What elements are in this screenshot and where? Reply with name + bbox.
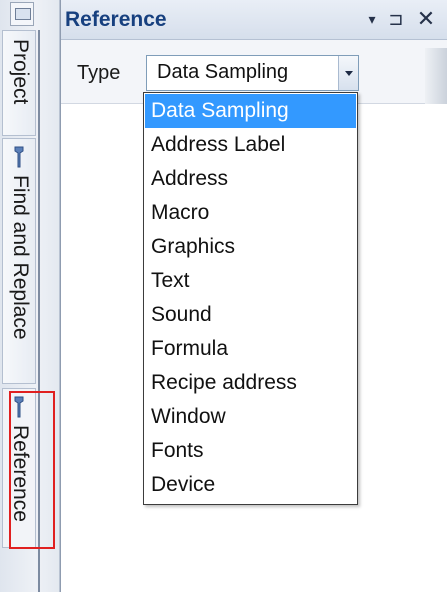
project-icon: [10, 2, 34, 26]
wrench-icon: [14, 146, 24, 168]
side-tab-strip: Project Find and Replace Reference: [0, 0, 60, 592]
dropdown-option[interactable]: Text: [145, 264, 356, 298]
side-tab-find-and-replace[interactable]: Find and Replace: [2, 138, 36, 384]
panel-header: Reference ▾ ⊐ ✕: [61, 0, 447, 40]
dropdown-option[interactable]: Address Label: [145, 128, 356, 162]
dropdown-option[interactable]: Formula: [145, 332, 356, 366]
dropdown-option[interactable]: Fonts: [145, 434, 356, 468]
panel-title: Reference: [65, 8, 167, 31]
toolbar-overflow: [425, 48, 447, 104]
type-dropdown-list: Data Sampling Address Label Address Macr…: [143, 92, 358, 505]
dropdown-option[interactable]: Address: [145, 162, 356, 196]
dropdown-option[interactable]: Data Sampling: [145, 94, 356, 128]
side-tab-label: Project: [9, 39, 32, 105]
annotation-highlight-box: [9, 391, 55, 549]
side-tab-project[interactable]: Project: [2, 30, 36, 136]
panel-menu-chevron-icon[interactable]: ▾: [361, 6, 383, 32]
dropdown-option[interactable]: Device: [145, 468, 356, 502]
dropdown-option[interactable]: Window: [145, 400, 356, 434]
type-select[interactable]: Data Sampling: [146, 55, 359, 91]
type-label: Type: [77, 62, 121, 84]
side-tab-label: Find and Replace: [9, 175, 32, 340]
close-icon[interactable]: ✕: [415, 6, 437, 32]
chevron-down-icon[interactable]: [338, 56, 358, 90]
type-select-value: Data Sampling: [157, 61, 289, 83]
dropdown-option[interactable]: Recipe address: [145, 366, 356, 400]
pin-icon[interactable]: ⊐: [385, 6, 407, 32]
dropdown-option[interactable]: Macro: [145, 196, 356, 230]
dropdown-option[interactable]: Sound: [145, 298, 356, 332]
dropdown-option[interactable]: Graphics: [145, 230, 356, 264]
